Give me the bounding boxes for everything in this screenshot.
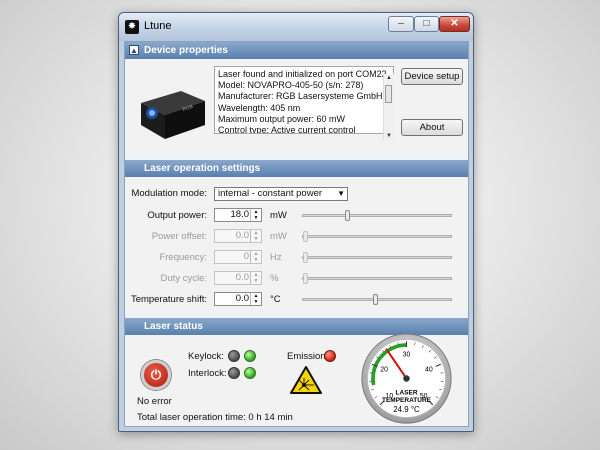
device-info-box[interactable]: Laser found and initialized on port COM2… [214, 66, 394, 134]
power-offset-stepper[interactable]: 0.0 ▲ ▼ [214, 229, 262, 243]
temperature-shift-unit: °C [270, 294, 281, 305]
output-power-value: 18.0 [230, 209, 250, 220]
scroll-up-icon[interactable]: ▲ [385, 74, 393, 82]
power-offset-slider[interactable] [302, 231, 452, 242]
info-line: Model: NOVAPRO-405-50 (s/n: 278) [218, 80, 364, 91]
gauge-tick-label: 20 [380, 367, 388, 374]
modulation-label: Modulation mode: [131, 188, 207, 199]
info-line: Control type: Active current control [218, 125, 356, 134]
temperature-shift-slider[interactable] [302, 294, 452, 305]
temperature-shift-value: 0.0 [235, 293, 249, 304]
spin-arrows-icon[interactable]: ▲ ▼ [250, 230, 261, 242]
gauge-value: 24.9 °C [393, 405, 420, 414]
duty-cycle-unit: % [270, 273, 279, 284]
laser-settings-header[interactable]: Laser operation settings [125, 160, 468, 177]
ltune-window: ✸ Ltune – □ ✕ ▲ Device properties RGB La… [118, 12, 474, 432]
duty-cycle-stepper[interactable]: 0.0 ▲ ▼ [214, 271, 262, 285]
gauge-tick-label: 40 [425, 367, 433, 374]
spin-arrows-icon[interactable]: ▲ ▼ [250, 272, 261, 284]
window-title: Ltune [144, 20, 172, 32]
device-properties-header[interactable]: ▲ Device properties [125, 42, 468, 59]
laser-status-panel: ⏻ Keylock: Interlock: Emission: No error… [125, 333, 468, 426]
temperature-shift-label: Temperature shift: [130, 294, 207, 305]
spin-arrows-icon[interactable]: ▲ ▼ [250, 209, 261, 221]
output-power-slider[interactable] [302, 210, 452, 221]
chevron-down-icon[interactable]: ▼ [337, 188, 345, 200]
gauge-title-1: LASER [395, 389, 417, 396]
laser-power-button[interactable]: ⏻ [141, 360, 171, 390]
frequency-slider[interactable] [302, 252, 452, 263]
section-title: Device properties [144, 45, 228, 56]
slider-knob[interactable] [303, 273, 308, 284]
emission-led [324, 350, 336, 362]
laser-device-image: RGB [141, 91, 205, 139]
laser-warning-icon [290, 366, 322, 394]
info-line: Laser found and initialized on port COM2… [218, 69, 387, 79]
keylock-off-led [228, 350, 240, 362]
modulation-value: internal - constant power [218, 188, 323, 199]
slider-knob[interactable] [345, 210, 350, 221]
slider-knob[interactable] [303, 231, 308, 242]
frequency-label: Frequency: [159, 252, 207, 263]
gauge-title-2: TEMPERATURE [382, 397, 432, 404]
power-icon: ⏻ [150, 367, 162, 382]
frequency-stepper[interactable]: 0 ▲ ▼ [214, 250, 262, 264]
laser-settings-panel: Modulation mode: internal - constant pow… [125, 177, 468, 313]
device-setup-button[interactable]: Device setup [401, 68, 463, 85]
section-title: Laser operation settings [144, 163, 261, 174]
keylock-label: Keylock: [188, 351, 224, 362]
section-title: Laser status [144, 321, 203, 332]
scroll-thumb[interactable] [385, 85, 392, 103]
info-line: Maximum output power: 60 mW [218, 113, 346, 124]
output-power-unit: mW [270, 210, 287, 221]
about-button[interactable]: About [401, 119, 463, 136]
spin-arrows-icon[interactable]: ▲ ▼ [250, 293, 261, 305]
power-offset-value: 0.0 [235, 230, 249, 241]
info-line: Manufacturer: RGB Lasersysteme GmbH [218, 91, 383, 102]
info-scrollbar[interactable]: ▲ ▼ [383, 74, 394, 140]
maximize-button[interactable]: □ [414, 16, 439, 32]
needle-hub [403, 375, 410, 382]
modulation-select[interactable]: internal - constant power ▼ [214, 187, 348, 201]
spin-arrows-icon[interactable]: ▲ ▼ [250, 251, 261, 263]
scroll-down-icon[interactable]: ▼ [385, 132, 393, 140]
operation-time: Total laser operation time: 0 h 14 min [137, 412, 293, 423]
gauge-tick-label: 30 [403, 352, 411, 359]
duty-cycle-value: 0.0 [235, 272, 249, 283]
title-bar[interactable]: ✸ Ltune – □ ✕ [119, 13, 473, 41]
duty-cycle-label: Duty cycle: [160, 273, 207, 284]
frequency-value: 0 [243, 251, 249, 262]
power-offset-label: Power offset: [151, 231, 207, 242]
temperature-shift-stepper[interactable]: 0.0 ▲ ▼ [214, 292, 262, 306]
duty-cycle-slider[interactable] [302, 273, 452, 284]
collapse-icon[interactable]: ▲ [129, 45, 139, 55]
interlock-label: Interlock: [188, 368, 227, 379]
status-text: No error [137, 396, 172, 407]
keylock-on-led [244, 350, 256, 362]
close-button[interactable]: ✕ [439, 16, 470, 32]
interlock-off-led [228, 367, 240, 379]
minimize-button[interactable]: – [388, 16, 414, 32]
device-properties-panel: RGB Laser found and initialized on port … [125, 59, 468, 152]
app-icon: ✸ [125, 20, 139, 34]
slider-knob[interactable] [303, 252, 308, 263]
info-line: Wavelength: 405 nm [218, 102, 301, 113]
output-power-stepper[interactable]: 18.0 ▲ ▼ [214, 208, 262, 222]
client-area: ▲ Device properties RGB Laser found and … [124, 41, 469, 427]
emission-label: Emission: [287, 351, 329, 362]
output-power-label: Output power: [147, 210, 207, 221]
power-offset-unit: mW [270, 231, 287, 242]
temperature-gauge: 1020304050 LASER TEMPERATURE 24.9 °C [361, 333, 452, 424]
interlock-on-led [244, 367, 256, 379]
slider-knob[interactable] [373, 294, 378, 305]
frequency-unit: Hz [270, 252, 282, 263]
